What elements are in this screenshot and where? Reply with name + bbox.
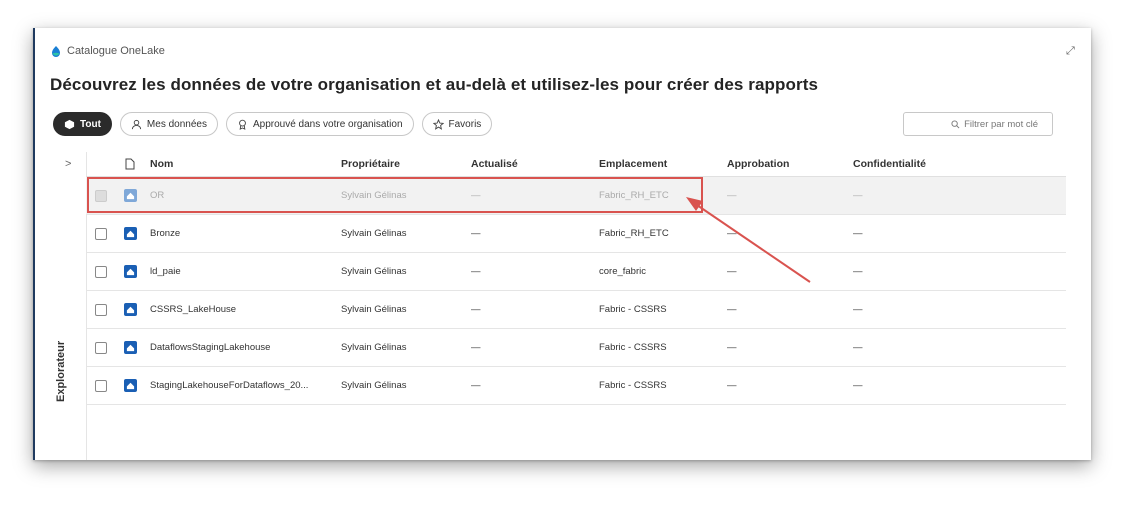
annotation-arrow [686, 197, 811, 283]
